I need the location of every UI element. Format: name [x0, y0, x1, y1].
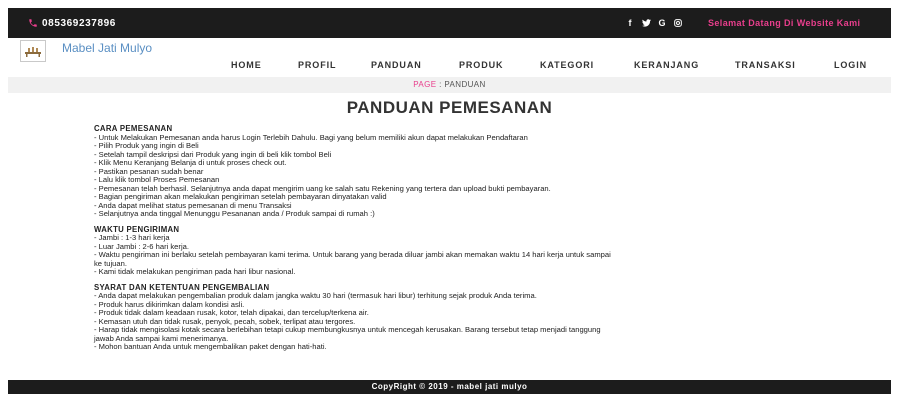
breadcrumb-current: PANDUAN [444, 80, 486, 89]
nav-transaksi[interactable]: TRANSAKSI [735, 60, 796, 70]
nav-kategori[interactable]: KATEGORI [540, 60, 594, 70]
nav-produk[interactable]: PRODUK [459, 60, 503, 70]
guide-line: - Kami tidak melakukan pengiriman pada h… [94, 267, 296, 276]
instagram-icon[interactable] [670, 8, 686, 38]
site-logo[interactable] [20, 40, 46, 62]
section-cara-pemesanan: CARA PEMESANAN - Untuk Melakukan Pemesan… [94, 124, 824, 219]
phone-number: 085369237896 [42, 17, 116, 29]
facebook-icon[interactable]: f [622, 8, 638, 38]
guide-line: - Untuk Melakukan Pemesanan anda harus L… [94, 132, 528, 142]
site-name[interactable]: Mabel Jati Mulyo [62, 41, 152, 55]
section-waktu-pengiriman: WAKTU PENGIRIMAN - Jambi : 1-3 hari kerj… [94, 224, 824, 277]
brand[interactable]: Mabel Jati Mulyo [20, 40, 152, 62]
nav-keranjang[interactable]: KERANJANG [634, 60, 699, 70]
phone-contact: 085369237896 [28, 8, 116, 38]
phone-icon [29, 19, 37, 27]
twitter-icon[interactable] [638, 8, 654, 38]
footer-copyright: CopyRight © 2019 - mabel jati mulyo [8, 380, 891, 394]
top-bar: 085369237896 f G Selamat Datang Di Websi… [8, 8, 891, 38]
section-syarat-pengembalian: SYARAT DAN KETENTUAN PENGEMBALIAN - Anda… [94, 283, 824, 352]
guide-line: - Klik Menu Keranjang Belanja di untuk p… [94, 158, 287, 167]
breadcrumb: PAGE : PANDUAN [8, 77, 891, 93]
nav-profil[interactable]: PROFIL [298, 60, 336, 70]
guide-line: - Mohon bantuan Anda untuk mengembalikan… [94, 342, 327, 351]
section-heading: WAKTU PENGIRIMAN [94, 224, 180, 234]
guide-line: - Selanjutnya anda tinggal Menunggu Pesa… [94, 209, 375, 218]
welcome-text: Selamat Datang Di Website Kami [708, 18, 861, 28]
google-icon[interactable]: G [654, 8, 670, 38]
main-nav: HOME PROFIL PANDUAN PRODUK KATEGORI KERA… [0, 60, 899, 74]
nav-panduan[interactable]: PANDUAN [371, 60, 422, 70]
social-links: f G [622, 8, 686, 38]
furniture-logo-icon [25, 47, 41, 57]
guide-line: - Jambi : 1-3 hari kerja [94, 233, 170, 242]
breadcrumb-separator: : [439, 80, 442, 89]
nav-login[interactable]: LOGIN [834, 60, 867, 70]
guide-content: CARA PEMESANAN - Untuk Melakukan Pemesan… [94, 124, 824, 359]
nav-home[interactable]: HOME [231, 60, 262, 70]
guide-line: - Waktu pengiriman ini berlaku setelah p… [94, 250, 611, 259]
breadcrumb-page-link[interactable]: PAGE [413, 80, 436, 89]
page-title: PANDUAN PEMESANAN [346, 98, 553, 117]
